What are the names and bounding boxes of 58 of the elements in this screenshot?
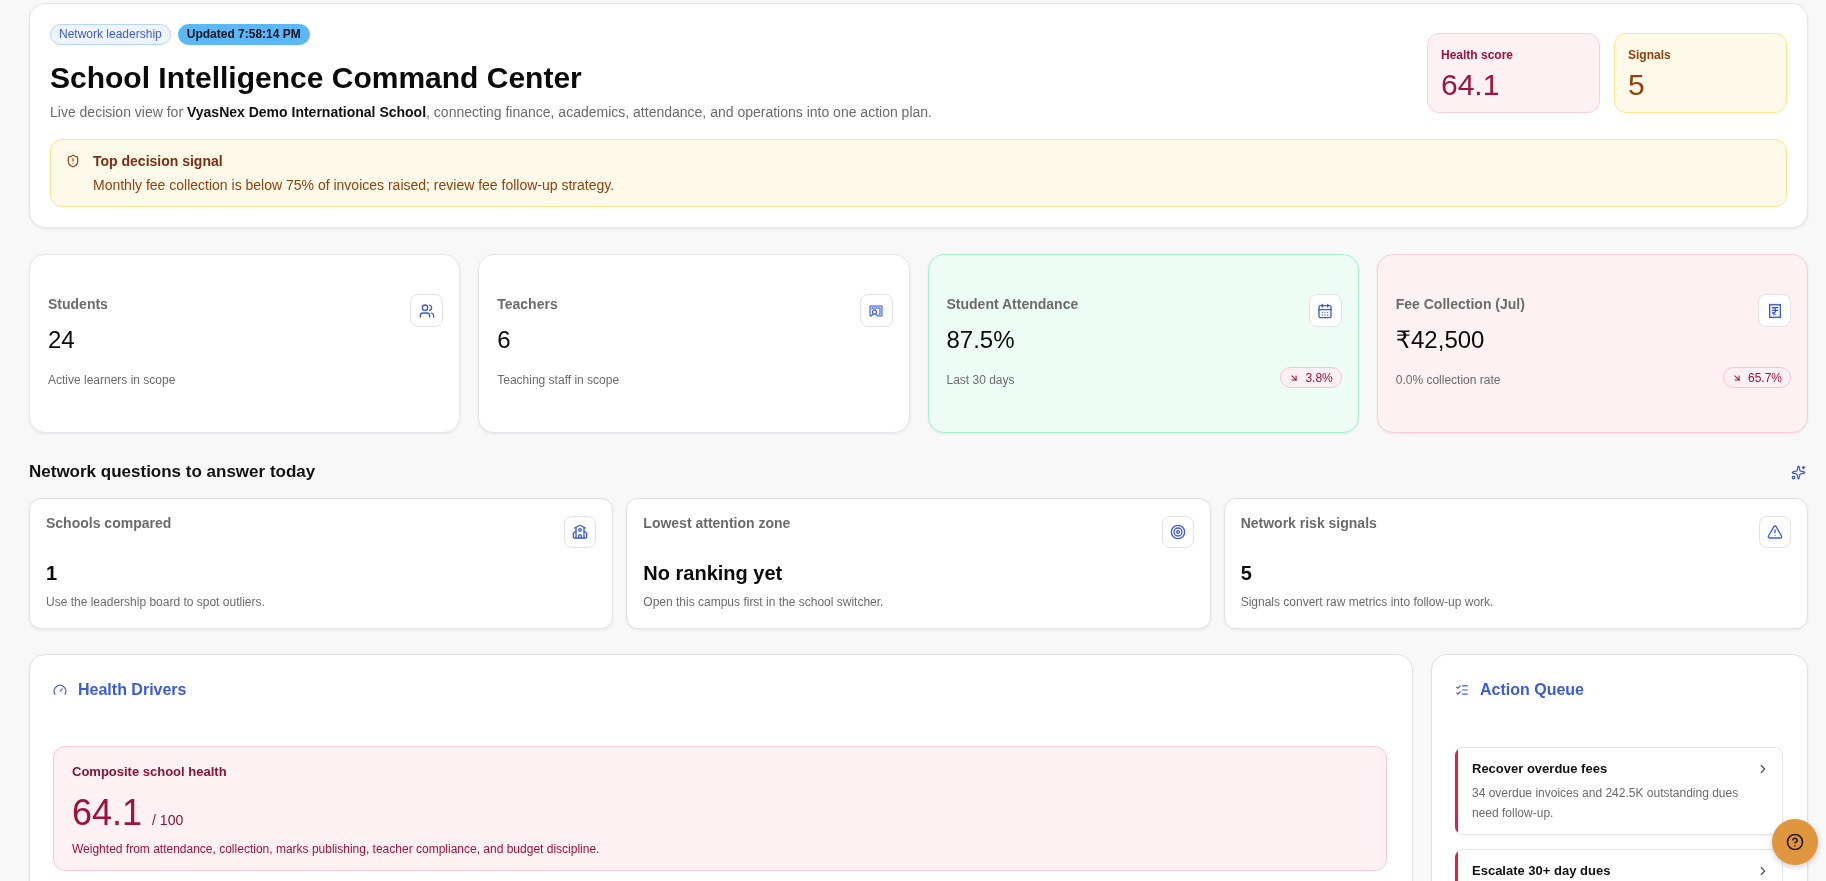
scope-label: Network leadership	[50, 24, 171, 45]
shield-alert-icon	[66, 154, 80, 168]
tile-label: Health score	[1441, 47, 1515, 63]
stat-value: 24	[48, 325, 76, 355]
question-label: Schools compared	[46, 514, 172, 533]
list-checks-icon	[1455, 683, 1469, 697]
panel-title: Action Queue	[1480, 680, 1584, 700]
stat-value: 6	[497, 325, 512, 355]
arrow-down-right-icon	[1731, 372, 1742, 383]
trend-percentage: 65.7%	[1747, 369, 1782, 386]
alert-message: Monthly fee collection is below 75% of invoices raised; review fee follow-up strategy.	[93, 176, 615, 195]
arrow-down-right-icon	[1289, 372, 1300, 383]
stat-value: ₹42,500	[1395, 325, 1486, 355]
question-note: Signals convert raw metrics into follow-up work.	[1240, 594, 1495, 610]
receipt-icon	[1758, 294, 1791, 327]
trend-percentage: 3.8%	[1305, 369, 1333, 386]
question-value: No ranking yet	[643, 561, 784, 586]
stat-note: Teaching staff in scope	[497, 372, 620, 388]
question-label: Network risk signals	[1240, 514, 1377, 533]
question-note: Open this campus first in the school switcher.	[643, 594, 885, 610]
question-value: 5	[1240, 561, 1253, 586]
stat-label: Student Attendance	[946, 295, 1079, 314]
composite-score: 64.1	[72, 793, 143, 833]
action-title: Recover overdue fees	[1472, 760, 1608, 778]
calendar-icon	[1308, 294, 1342, 327]
alert-title: Top decision signal	[93, 152, 224, 171]
tile-value: 64.1	[1441, 67, 1501, 103]
panel-title: Health Drivers	[78, 680, 187, 700]
school-building-icon	[564, 516, 597, 548]
section-heading: Network questions to answer today	[29, 462, 316, 482]
question-value: 1	[46, 561, 59, 586]
help-icon	[1786, 833, 1804, 851]
stat-note: Active learners in scope	[48, 372, 176, 388]
page-title: School Intelligence Command Center	[50, 60, 583, 96]
question-label: Lowest attention zone	[643, 514, 791, 533]
teacher-at-board-icon	[859, 294, 893, 327]
question-note: Use the leadership board to spot outliers.	[46, 594, 266, 610]
composite-scale: / 100	[152, 811, 184, 830]
tile-value: 5	[1628, 67, 1646, 103]
users-icon	[410, 294, 444, 327]
sparkles-icon[interactable]	[1791, 464, 1806, 480]
action-description: 34 overdue invoices and 242.5K outstanding dues need follow-up.	[1472, 785, 1740, 822]
page-subtitle: Live decision view for VyasNex Demo International School, connecting finance, academics, attendance, and operations into one action plan.	[50, 103, 932, 122]
composite-note: Weighted from attendance, collection, marks publishing, teacher compliance, and budget discipline.	[72, 841, 601, 857]
stat-note: Last 30 days	[946, 372, 1016, 388]
stat-label: Fee Collection (Jul)	[1395, 295, 1525, 314]
composite-label: Composite school health	[72, 763, 228, 781]
stat-label: Students	[48, 295, 109, 314]
target-icon	[1161, 516, 1194, 548]
gauge-icon	[53, 683, 67, 697]
action-item[interactable]: Escalate 30+ day dues	[1455, 849, 1783, 881]
updated-timestamp: Updated 7:58:14 PM	[177, 24, 310, 45]
action-title: Escalate 30+ day dues	[1472, 862, 1611, 880]
tile-label: Signals	[1628, 47, 1672, 63]
stat-value: 87.5%	[946, 325, 1016, 355]
stat-label: Teachers	[497, 295, 559, 314]
stat-note: 0.0% collection rate	[1395, 372, 1502, 388]
action-item[interactable]: Recover overdue fees 34 overdue invoices and 242.5K outstanding dues need follow-up.	[1455, 747, 1783, 835]
